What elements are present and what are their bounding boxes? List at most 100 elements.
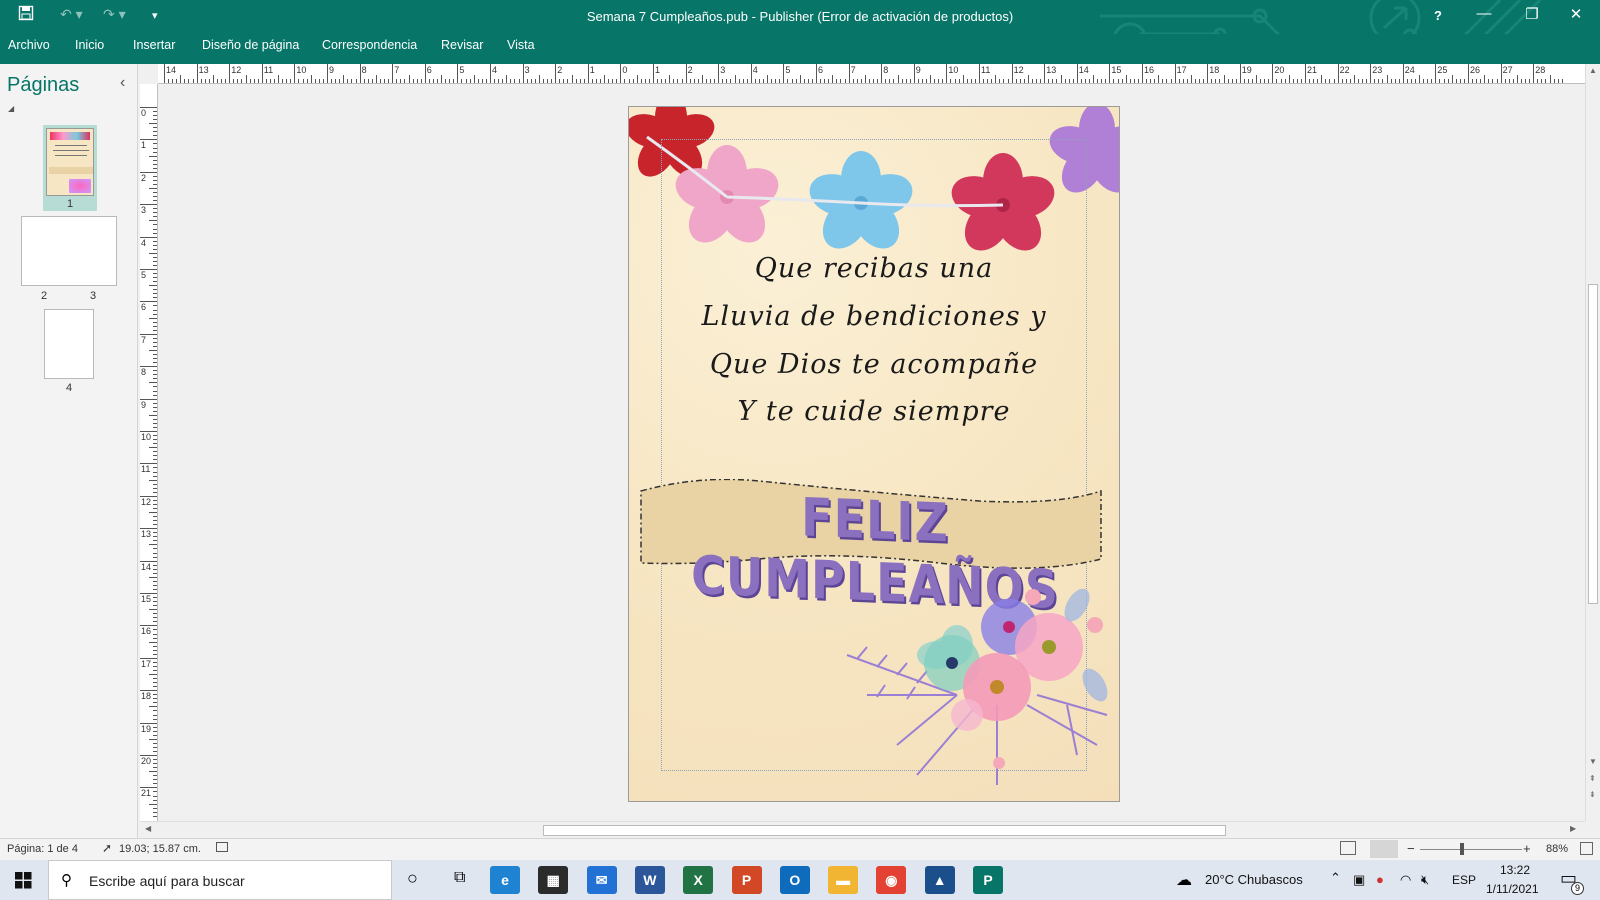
ruler-tick (153, 520, 157, 522)
fit-page-icon[interactable] (1580, 842, 1593, 855)
publisher-app-icon[interactable]: P (973, 866, 1003, 894)
ruler-tick (153, 617, 157, 619)
vertical-scrollbar[interactable]: ▲ ▼ ⇞ ⇟ (1585, 64, 1600, 821)
help-button[interactable]: ? (1418, 8, 1458, 23)
ruler-tick (153, 192, 157, 194)
zoom-level[interactable]: 88% (1546, 843, 1568, 855)
ruler-tick (153, 179, 157, 181)
close-button[interactable]: ✕ (1556, 5, 1596, 23)
tab-correspondencia[interactable]: Correspondencia (322, 38, 417, 52)
excel-app-icon[interactable]: X (683, 866, 714, 894)
edge-app-icon[interactable]: e (490, 866, 520, 894)
two-page-view-icon[interactable] (1370, 840, 1398, 858)
scroll-left-icon[interactable]: ◀ (145, 824, 151, 833)
ruler-tick (1239, 64, 1241, 83)
horizontal-scroll-thumb[interactable] (543, 825, 1226, 836)
clock-date[interactable]: 1/11/2021 (1486, 882, 1539, 896)
zoom-slider-thumb[interactable] (1460, 843, 1464, 855)
tab-insertar[interactable]: Insertar (133, 38, 175, 52)
restore-button[interactable]: ❐ (1512, 5, 1552, 23)
taskbar-search-box[interactable]: ⚲ Escribe aquí para buscar (48, 860, 392, 900)
volume-muted-icon[interactable]: 🔇︎ (1421, 872, 1429, 888)
explorer-app-icon[interactable]: ▬ (828, 866, 859, 894)
ruler-tick (1309, 79, 1311, 83)
tab-archivo[interactable]: Archivo (8, 38, 50, 52)
store-app-icon[interactable]: ▦ (538, 866, 569, 894)
page-thumbnail-1[interactable]: 1 (43, 125, 97, 211)
ruler-tick (149, 252, 157, 254)
ruler-tick (140, 107, 157, 108)
horizontal-ruler[interactable]: 14 13 12 11 10 9 8 7 6 5 4 3 2 1 0 1 2 3 4 5 6 7 8 9 10 11 12 13 14 1… (158, 64, 1585, 84)
language-indicator[interactable]: ESP (1452, 873, 1476, 887)
verse-line-4[interactable]: Y te cuide siempre (661, 396, 1087, 427)
ruler-tick (824, 79, 826, 83)
ruler-tick (149, 544, 157, 546)
page-thumbnail-4[interactable] (44, 309, 94, 379)
page-thumbnail-2-3[interactable] (21, 216, 117, 286)
vertical-scroll-thumb[interactable] (1588, 284, 1598, 604)
ruler-tick (538, 75, 540, 83)
ruler-tick (1480, 79, 1482, 83)
ruler-tick-label: 9 (329, 65, 335, 75)
ruler-tick (811, 79, 813, 83)
show-hidden-icons[interactable]: ⌃ (1330, 870, 1341, 886)
ruler-tick (216, 79, 218, 83)
ruler-tick (153, 115, 157, 117)
cortana-icon[interactable]: ○ (407, 868, 418, 889)
windows-start-icon[interactable] (15, 872, 32, 889)
verse-line-1[interactable]: Que recibas una (661, 253, 1087, 284)
zoom-slider[interactable] (1420, 849, 1522, 850)
meet-now-icon[interactable]: ▣ (1353, 872, 1365, 888)
ruler-tick (1406, 79, 1408, 83)
scroll-down-icon[interactable]: ▼ (1589, 757, 1597, 766)
document-canvas[interactable]: Que recibas una Lluvia de bendiciones y … (158, 85, 1585, 821)
zoom-out-button[interactable]: − (1407, 841, 1415, 856)
ruler-tick-label: 21 (141, 788, 152, 799)
ruler-tick (1504, 79, 1506, 83)
tab-revisar[interactable]: Revisar (441, 38, 483, 52)
scroll-right-icon[interactable]: ▶ (1570, 824, 1576, 833)
network-icon[interactable]: ◠ (1400, 872, 1411, 888)
page-indicator[interactable]: Página: 1 de 4 (7, 843, 78, 855)
ruler-tick (1390, 79, 1392, 83)
ruler-tick (877, 79, 879, 83)
photos-app-icon[interactable]: ▲ (924, 866, 955, 894)
ruler-tick (873, 79, 875, 83)
flower-bouquet-image[interactable] (837, 585, 1120, 795)
ruler-tick-label: 9 (915, 65, 921, 75)
verse-line-3[interactable]: Que Dios te acompañe (661, 349, 1087, 380)
weather-icon[interactable]: ☁ (1176, 870, 1192, 890)
horizontal-scrollbar[interactable]: ◀ ▶ (140, 821, 1585, 838)
verse-line-2[interactable]: Lluvia de bendiciones y (661, 301, 1087, 332)
ruler-tick (290, 79, 292, 83)
powerpoint-app-icon[interactable]: P (731, 866, 762, 894)
section-collapse-icon[interactable]: ◢ (8, 104, 14, 113)
ruler-tick (1382, 79, 1384, 83)
previous-page-icon[interactable]: ⇞ (1589, 774, 1596, 783)
ruler-tick-label: 17 (141, 658, 152, 669)
scroll-up-icon[interactable]: ▲ (1589, 66, 1597, 75)
minimize-button[interactable]: — (1464, 5, 1504, 22)
tab-vista[interactable]: Vista (507, 38, 535, 52)
task-view-icon[interactable]: ⧉ (454, 869, 465, 887)
clock-time[interactable]: 13:22 (1500, 863, 1530, 877)
ruler-tick (153, 305, 157, 307)
collapse-pane-button[interactable]: ‹ (120, 74, 125, 92)
ruler-tick (498, 79, 500, 83)
zoom-in-button[interactable]: + (1523, 841, 1531, 856)
search-icon: ⚲ (61, 872, 72, 889)
weather-text[interactable]: 20°C Chubascos (1205, 872, 1303, 887)
ruler-tick (153, 491, 157, 493)
antivirus-warning-icon[interactable]: ● (1376, 872, 1384, 887)
next-page-icon[interactable]: ⇟ (1589, 790, 1596, 799)
mail-app-icon[interactable]: ✉ (586, 866, 617, 894)
ruler-tick (1080, 79, 1082, 83)
chrome-app-icon[interactable]: ◉ (876, 866, 907, 894)
tab-diseno-de-pagina[interactable]: Diseño de página (202, 38, 299, 52)
birthday-card-page[interactable]: Que recibas una Lluvia de bendiciones y … (628, 106, 1120, 802)
outlook-app-icon[interactable]: O (779, 866, 810, 894)
tab-inicio[interactable]: Inicio (75, 38, 104, 52)
single-page-view-icon[interactable] (1340, 841, 1356, 855)
word-app-icon[interactable]: W (634, 866, 665, 894)
vertical-ruler[interactable]: 0 1 2 3 4 5 6 7 8 9 10 11 12 13 14 15 16 17 18 19 20 21 (140, 84, 158, 821)
